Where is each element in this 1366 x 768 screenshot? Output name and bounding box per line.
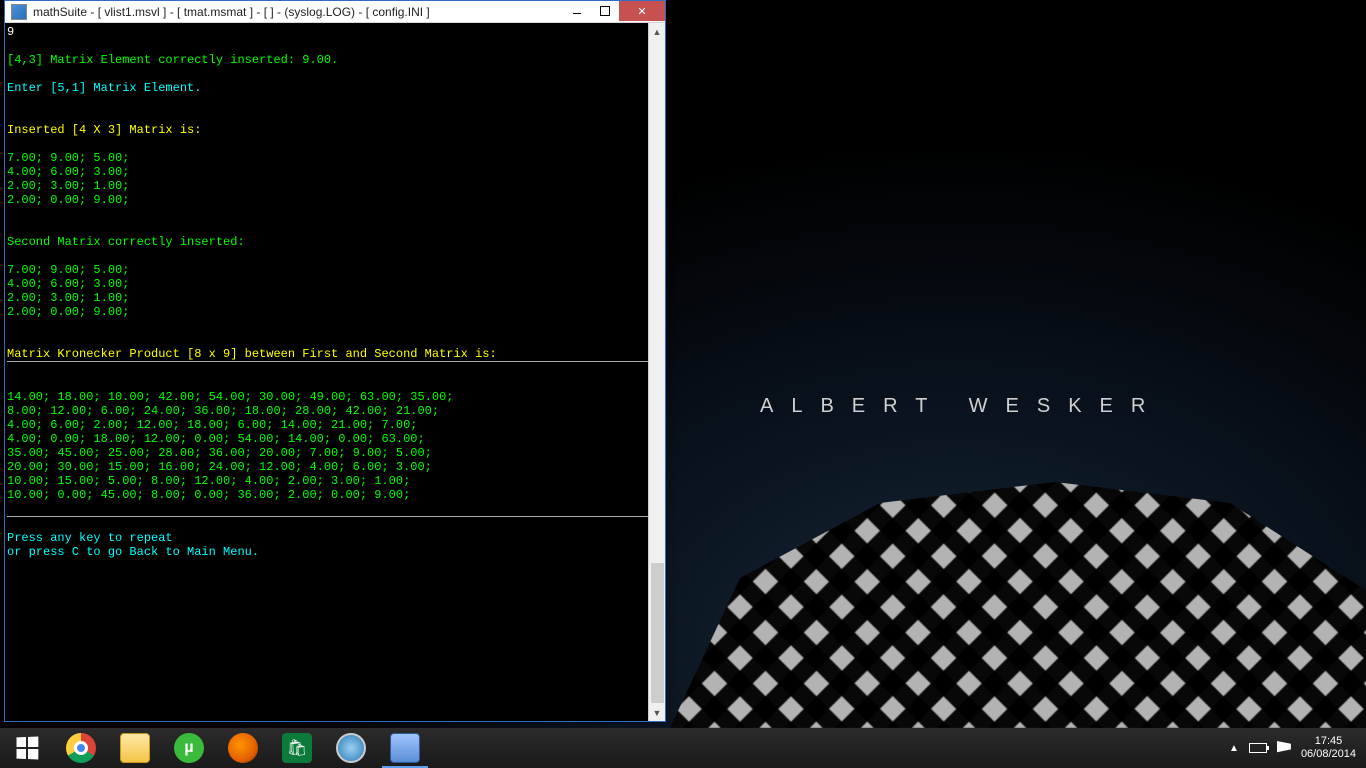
matrix-row: 2.00; 0.00; 9.00; (7, 193, 129, 207)
calculator-icon (390, 733, 420, 763)
matrix-row: 2.00; 3.00; 1.00; (7, 291, 129, 305)
windows-logo-icon (17, 737, 39, 760)
utorrent-icon: µ (174, 733, 204, 763)
firefox-icon (228, 733, 258, 763)
window-title: mathSuite - [ vlist1.msvl ] - [ tmat.msm… (33, 5, 563, 19)
wallpaper-figure (670, 428, 1366, 728)
divider (7, 516, 648, 517)
matrix-row: 2.00; 3.00; 1.00; (7, 179, 129, 193)
matrix-row: 4.00; 6.00; 3.00; (7, 165, 129, 179)
chrome-icon (66, 733, 96, 763)
matrix-row: 4.00; 6.00; 2.00; 12.00; 18.00; 6.00; 14… (7, 418, 417, 432)
folder-icon (120, 733, 150, 763)
matrix-row: 35.00; 45.00; 25.00; 28.00; 36.00; 20.00… (7, 446, 432, 460)
console-footer: or press C to go Back to Main Menu. (7, 545, 259, 559)
console-footer: Press any key to repeat (7, 531, 173, 545)
battery-icon[interactable] (1249, 743, 1267, 753)
start-button[interactable] (0, 728, 54, 768)
taskbar-item-calc[interactable] (378, 728, 432, 768)
action-center-icon[interactable] (1277, 741, 1291, 755)
matrix-row: 4.00; 6.00; 3.00; (7, 277, 129, 291)
clock-time: 17:45 (1301, 735, 1356, 748)
system-tray: ▲ 17:45 06/08/2014 (1219, 728, 1366, 768)
matrix-row: 7.00; 9.00; 5.00; (7, 151, 129, 165)
console-output[interactable]: 9 [4,3] Matrix Element correctly inserte… (5, 23, 648, 721)
matrix-row: 20.00; 30.00; 15.00; 16.00; 24.00; 12.00… (7, 460, 432, 474)
taskbar-item-explorer[interactable] (108, 728, 162, 768)
taskbar-item-chrome[interactable] (54, 728, 108, 768)
tray-overflow-button[interactable]: ▲ (1229, 743, 1239, 754)
store-icon: 🛍 (282, 733, 312, 763)
matrix-row: 10.00; 0.00; 45.00; 8.00; 0.00; 36.00; 2… (7, 488, 410, 502)
taskbar: µ 🛍 ▲ 17:45 06/08/2014 (0, 728, 1366, 768)
clock[interactable]: 17:45 06/08/2014 (1301, 735, 1356, 761)
wallpaper-caption: ALBERT WESKER (760, 395, 1163, 418)
taskbar-item-itunes[interactable] (324, 728, 378, 768)
console-line: [4,3] Matrix Element correctly inserted:… (7, 53, 338, 67)
taskbar-item-firefox[interactable] (216, 728, 270, 768)
matrix-row: 14.00; 18.00; 10.00; 42.00; 54.00; 30.00… (7, 390, 453, 404)
app-window: mathSuite - [ vlist1.msvl ] - [ tmat.msm… (4, 0, 666, 722)
scroll-down-button[interactable]: ▼ (649, 704, 665, 721)
console-line: 9 (7, 25, 14, 39)
minimize-button[interactable] (563, 1, 591, 21)
scroll-up-button[interactable]: ▲ (649, 23, 665, 40)
console-area: 9 [4,3] Matrix Element correctly inserte… (5, 23, 665, 721)
window-controls (563, 1, 665, 21)
matrix-row: 8.00; 12.00; 6.00; 24.00; 36.00; 18.00; … (7, 404, 439, 418)
scroll-thumb[interactable] (651, 563, 664, 703)
console-line: Enter [5,1] Matrix Element. (7, 81, 201, 95)
taskbar-item-utorrent[interactable]: µ (162, 728, 216, 768)
taskbar-item-store[interactable]: 🛍 (270, 728, 324, 768)
console-heading: Second Matrix correctly inserted: (7, 235, 245, 249)
maximize-button[interactable] (591, 1, 619, 21)
console-heading: Matrix Kronecker Product [8 x 9] between… (7, 347, 497, 361)
divider (7, 361, 648, 362)
console-heading: Inserted [4 X 3] Matrix is: (7, 123, 201, 137)
matrix-row: 4.00; 0.00; 18.00; 12.00; 0.00; 54.00; 1… (7, 432, 425, 446)
matrix-row: 10.00; 15.00; 5.00; 8.00; 12.00; 4.00; 2… (7, 474, 410, 488)
titlebar[interactable]: mathSuite - [ vlist1.msvl ] - [ tmat.msm… (5, 1, 665, 23)
close-button[interactable] (619, 1, 665, 21)
itunes-icon (336, 733, 366, 763)
vertical-scrollbar[interactable]: ▲ ▼ (648, 23, 665, 721)
clock-date: 06/08/2014 (1301, 748, 1356, 761)
taskbar-items: µ 🛍 (54, 728, 432, 768)
matrix-row: 2.00; 0.00; 9.00; (7, 305, 129, 319)
app-icon (11, 4, 27, 20)
matrix-row: 7.00; 9.00; 5.00; (7, 263, 129, 277)
